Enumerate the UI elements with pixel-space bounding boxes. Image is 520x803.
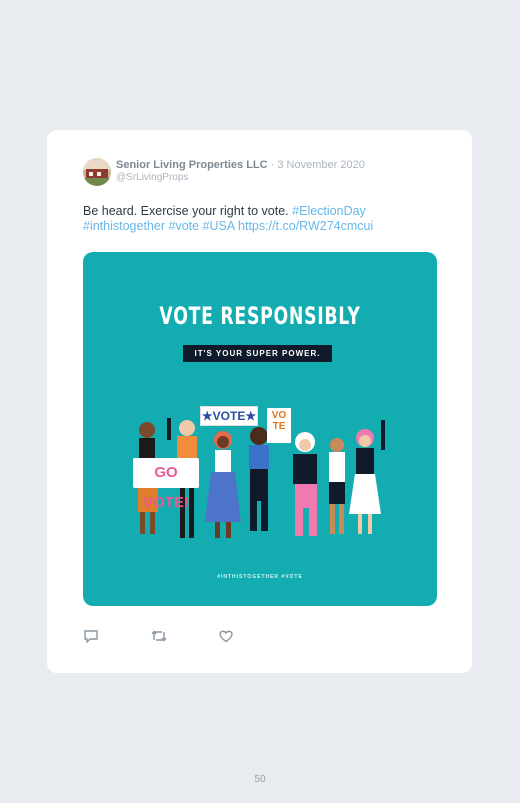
tweet-link[interactable]: https://t.co/RW274cmcui [238, 219, 373, 233]
vote-sign-small-line2: TE [272, 421, 286, 432]
reply-icon[interactable] [83, 628, 101, 644]
tweet-date[interactable]: 3 November 2020 [277, 159, 364, 171]
header-separator: · [270, 159, 275, 171]
vote-sign: ★VOTE★ [200, 406, 258, 426]
tweet-header: Senior Living Properties LLC · 3 Novembe… [116, 159, 365, 171]
author-avatar[interactable] [83, 158, 111, 186]
tweet-image[interactable]: VOTE RESPONSIBLY IT'S YOUR SUPER POWER. [83, 252, 437, 606]
heart-icon[interactable] [218, 628, 236, 644]
hashtag-usa[interactable]: #USA [203, 219, 235, 233]
go-vote-sign: GO VOTE! [133, 458, 199, 511]
page-number: 50 [254, 774, 266, 785]
author-handle[interactable]: @SrLivingProps [116, 172, 188, 183]
retweet-icon[interactable] [150, 628, 168, 644]
vote-sign-small-line1: VO [271, 410, 287, 421]
hashtag-vote[interactable]: #vote [169, 219, 200, 233]
tweet-text: Be heard. Exercise your right to vote. #… [83, 204, 443, 234]
tweet-body: Be heard. Exercise your right to vote. [83, 204, 289, 218]
author-name[interactable]: Senior Living Properties LLC [116, 159, 268, 171]
hashtag-inthistogether[interactable]: #inthistogether [83, 219, 165, 233]
voters-illustration [138, 418, 385, 538]
vote-sign-small: VO TE [267, 408, 291, 443]
hashtag-electionday[interactable]: #ElectionDay [292, 204, 366, 218]
tweet-card: Senior Living Properties LLC · 3 Novembe… [47, 130, 472, 673]
image-footer-tags: #INTHISTOGETHER #VOTE [217, 574, 303, 580]
